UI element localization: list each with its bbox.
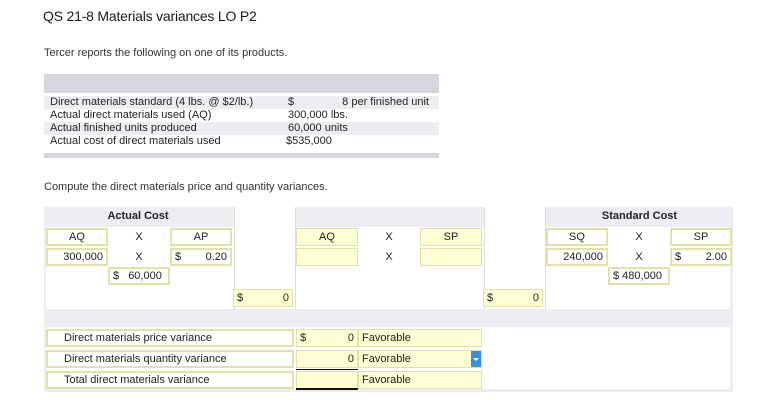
quantity-variance-amount-input[interactable]: 0 [296,350,358,368]
price-variance-value: 0 [347,332,354,344]
dollar-sign: $ [675,251,682,263]
info-label: Actual cost of direct materials used [50,135,221,147]
dollar-sign: $ [113,270,120,282]
actual-x-sign: X [135,251,143,263]
standard-sp-value: 2.00 [705,251,727,263]
total-variance-amount-input[interactable] [296,371,358,389]
actual-ap-input[interactable]: $ 0.20 [170,248,232,266]
actual-x-sign: X [135,231,143,243]
standard-sq-label: SQ [546,228,608,246]
quantity-variance-value: 0 [347,353,354,365]
standard-product-input[interactable]: $ 480,000 [608,267,670,285]
mid-total-value: 0 [532,292,539,304]
quantity-variance-type: Favorable [362,353,411,365]
standard-sp-label: SP [670,228,732,246]
actual-total-value: 0 [282,292,289,304]
instruction-text: Compute the direct materials price and q… [44,181,328,193]
mid-total-input[interactable]: $ 0 [483,289,543,307]
actual-total-input[interactable]: $ 0 [233,289,293,307]
page-title: QS 21-8 Materials variances LO P2 [43,8,257,24]
info-label: Actual direct materials used (AQ) [50,109,212,121]
actual-aq-label: AQ [46,228,108,246]
standard-x-sign: X [635,231,643,243]
info-row: Actual cost of direct materials used $53… [44,135,439,148]
info-value: 300,000 lbs. [288,109,348,121]
middle-aq-label: AQ [296,228,358,246]
middle-aq-input[interactable] [296,248,358,266]
intro-text: Tercer reports the following on one of i… [44,47,288,59]
actual-product-value: 60,000 [128,270,162,282]
variance-label: Direct materials quantity variance [46,350,294,368]
info-label: Actual finished units produced [50,122,197,134]
variance-label: Direct materials price variance [46,329,294,347]
middle-sp-input[interactable] [420,248,482,266]
actual-ap-label: AP [170,228,232,246]
chevron-down-icon[interactable] [471,351,481,367]
dollar-sign: $ [300,332,307,344]
standard-sq-input[interactable]: 240,000 [546,248,608,266]
info-table-header-bar [44,74,439,93]
actual-cost-header: Actual Cost [107,210,169,222]
info-table-footer-bar [44,153,439,158]
quantity-variance-type-select[interactable]: Favorable [358,350,482,368]
dollar-sign: $ [175,251,182,263]
price-variance-amount-input[interactable]: $ 0 [296,329,358,347]
total-double-underline [296,388,358,390]
dollar-sign: $ [487,292,494,304]
middle-header [296,207,482,227]
info-value: $ [288,96,295,108]
dollar-sign: $ [237,292,244,304]
info-row: Actual finished units produced 60,000 un… [44,122,439,135]
info-value: $535,000 [286,135,332,147]
total-variance-type-select[interactable]: Favorable [358,371,482,389]
info-value: 60,000 units [288,122,348,134]
price-variance-type-select[interactable]: Favorable [358,329,482,347]
standard-x-sign: X [635,251,643,263]
middle-x-sign: X [385,251,393,263]
info-label: Direct materials standard (4 lbs. @ $2/l… [50,96,254,108]
standard-cost-header: Standard Cost [601,210,678,222]
actual-ap-value: 0.20 [205,251,227,263]
standard-sp-input[interactable]: $ 2.00 [670,248,732,266]
middle-sp-label: SP [420,228,482,246]
info-row: Direct materials standard (4 lbs. @ $2/l… [44,96,439,109]
actual-product-input[interactable]: $ 60,000 [108,267,170,285]
actual-aq-input[interactable]: 300,000 [46,248,108,266]
middle-x-sign: X [385,231,393,243]
info-unit: 8 per finished unit [342,96,429,108]
info-row: Actual direct materials used (AQ) 300,00… [44,109,439,122]
total-underline-top [296,369,358,370]
variance-label: Total direct materials variance [46,371,294,389]
